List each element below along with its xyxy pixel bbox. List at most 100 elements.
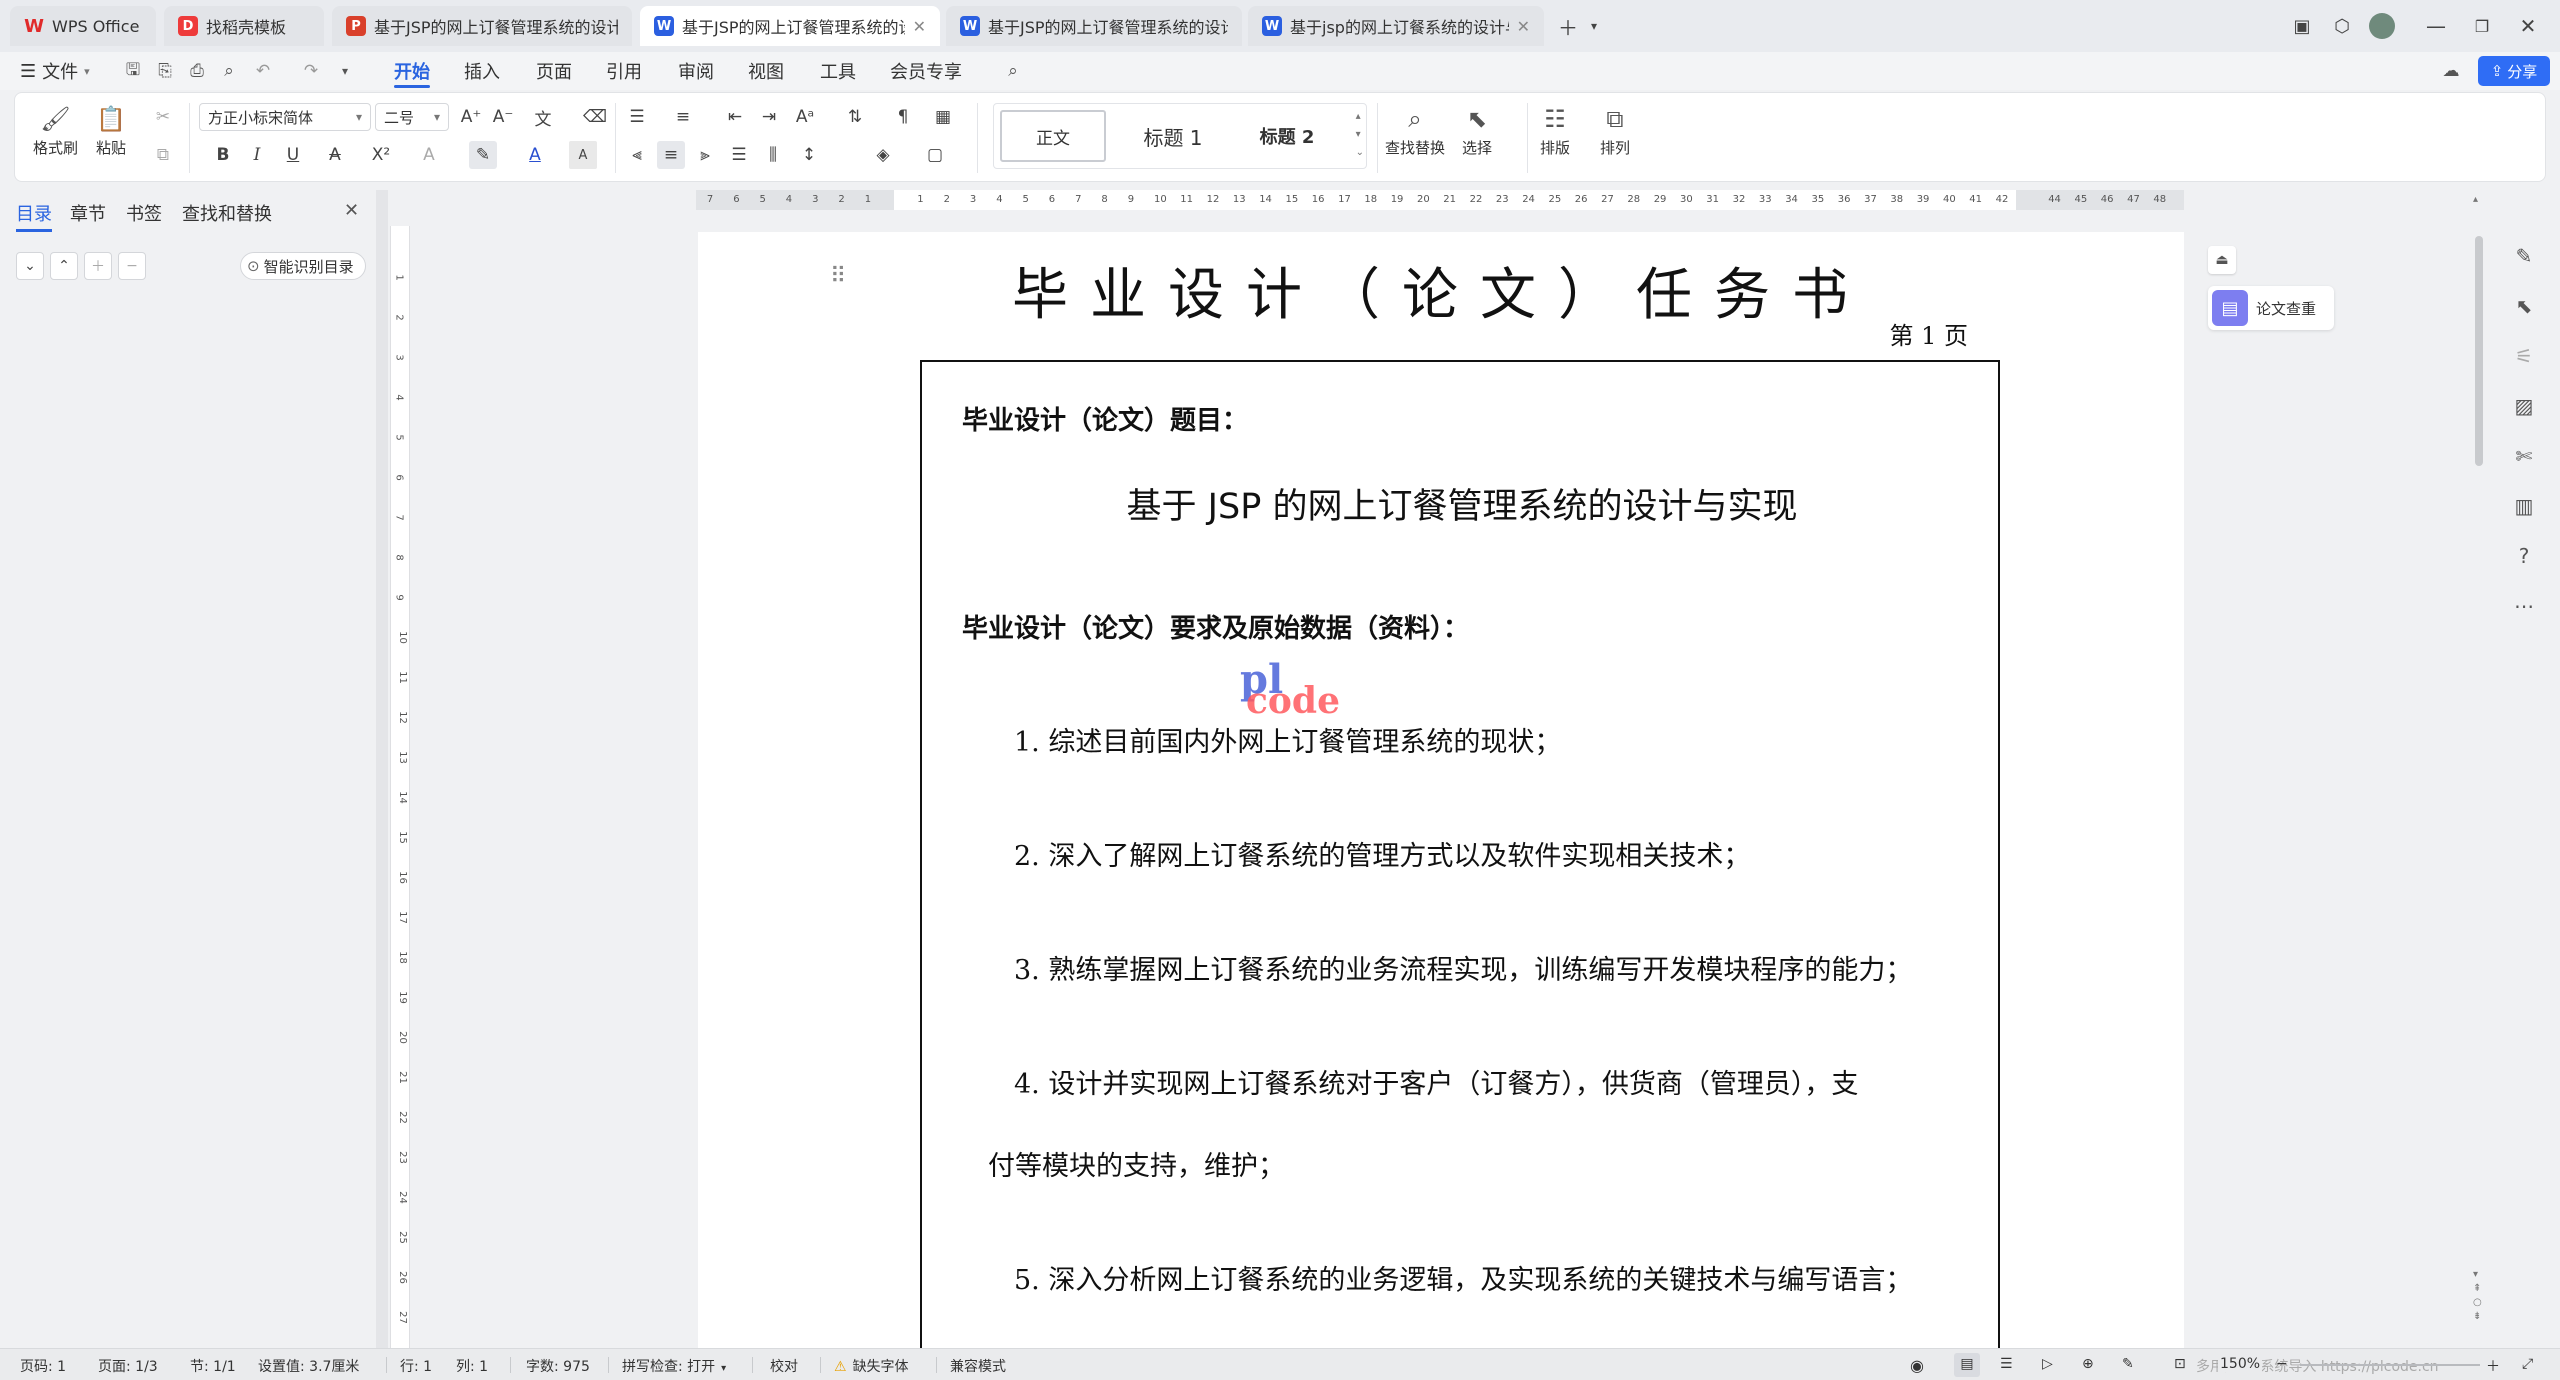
tab-ppt-document[interactable]: P 基于JSP的网上订餐管理系统的设计与 [332, 6, 632, 46]
text-direction-icon[interactable]: Aᵃ [791, 103, 819, 131]
window-close-icon[interactable]: ✕ [2512, 10, 2544, 42]
status-setting-value[interactable]: 设置值: 3.7厘米 [258, 1356, 359, 1376]
copy-icon[interactable]: ⧉ [149, 141, 177, 169]
export-icon[interactable]: ⎘ [154, 60, 176, 82]
undo-icon[interactable]: ↶ [252, 60, 274, 82]
close-icon[interactable]: ✕ [913, 17, 926, 36]
minimize-icon[interactable]: — [2420, 10, 2452, 42]
fit-page-icon[interactable]: ⊡ [2174, 1356, 2186, 1372]
layout-icon[interactable]: ▣ [2286, 10, 2318, 42]
table-grid-icon[interactable]: ▦ [929, 103, 957, 131]
status-row[interactable]: 行: 1 [400, 1356, 432, 1376]
font-color-icon[interactable]: A [521, 141, 549, 169]
write-icon[interactable]: ✎ [2122, 1356, 2134, 1372]
plagiarism-check-button[interactable]: ▤ 论文查重 [2208, 286, 2334, 330]
scrollbar-thumb[interactable] [2475, 236, 2483, 466]
panel-splitter[interactable] [376, 190, 388, 1348]
align-center-icon[interactable]: ≡ [657, 141, 685, 169]
add-level-icon[interactable]: ＋ [84, 252, 112, 280]
tools-icon[interactable]: ✄ [2508, 440, 2540, 472]
pen-icon[interactable]: ✎ [2508, 240, 2540, 272]
page-view-icon[interactable]: ▤ [1954, 1353, 1980, 1377]
align-left-icon[interactable]: ⫷ [623, 141, 651, 169]
tab-view[interactable]: 视图 [748, 56, 784, 86]
tab-insert[interactable]: 插入 [464, 56, 500, 86]
redo-icon[interactable]: ↷ [300, 60, 322, 82]
tab-active-document[interactable]: W 基于JSP的网上订餐管理系统的设计 ✕ [640, 6, 940, 46]
bold-icon[interactable]: B [209, 141, 237, 169]
image-edit-icon[interactable]: ▨ [2508, 390, 2540, 422]
tab-review[interactable]: 审阅 [678, 56, 714, 86]
numbered-list-icon[interactable]: ≡ [669, 103, 697, 131]
status-spell-check[interactable]: 拼写检查: 打开 ▾ [622, 1356, 726, 1376]
tab-toc[interactable]: 目录 [16, 200, 52, 232]
fullscreen-icon[interactable]: ⤢ [2522, 1356, 2533, 1372]
panel-close-icon[interactable]: ✕ [344, 200, 359, 221]
eye-protect-icon[interactable]: ◉ [1910, 1356, 1924, 1375]
tab-member[interactable]: 会员专享 [890, 56, 962, 86]
share-button[interactable]: ⇪ 分享 [2478, 56, 2550, 86]
status-pages[interactable]: 页面: 1/3 [98, 1356, 158, 1376]
distribute-icon[interactable]: ⫼ [759, 141, 787, 169]
print-preview-icon[interactable]: ⌕ [218, 60, 240, 82]
save-icon[interactable]: 🖫 [122, 60, 144, 82]
tab-home[interactable]: 开始 [394, 56, 430, 88]
tab-chapters[interactable]: 章节 [70, 200, 106, 226]
cube-icon[interactable]: ⬡ [2326, 10, 2358, 42]
scroll-up-icon[interactable]: ▴ [2473, 194, 2478, 205]
horizontal-ruler[interactable]: 7 6 5 4 3 2 1 1 2 3 4 5 6 7 8 9 10 11 12 13 14 15 16 17 18 19 20 21… [696, 190, 2184, 210]
sliders-icon[interactable]: ⚟ [2508, 340, 2540, 372]
line-spacing-icon[interactable]: ↕ [795, 141, 823, 169]
cloud-icon[interactable]: ☁ [2440, 60, 2462, 82]
zoom-slider[interactable] [2300, 1364, 2480, 1366]
status-col[interactable]: 列: 1 [456, 1356, 488, 1376]
zoom-level[interactable]: 150% [2218, 1356, 2263, 1372]
book-icon[interactable]: ▥ [2508, 490, 2540, 522]
play-icon[interactable]: ▷ [2042, 1356, 2053, 1372]
show-marks-icon[interactable]: ¶ [889, 103, 917, 131]
tab-wps-office[interactable]: W WPS Office [10, 6, 156, 46]
superscript-icon[interactable]: X² [367, 141, 395, 169]
format-painter-button[interactable]: 🖌 格式刷 [33, 101, 78, 158]
tab-find-replace[interactable]: 查找和替换 [182, 200, 272, 226]
vertical-ruler[interactable]: 1 2 3 4 5 6 7 8 9 10 11 12 13 14 15 16 17 18 19 20 21 22 23 24 2… [390, 226, 410, 1348]
more-chevron-icon[interactable]: ▾ [334, 60, 356, 82]
style-normal[interactable]: 正文 [1000, 110, 1106, 162]
file-menu[interactable]: ☰ 文件 ▾ [20, 56, 90, 86]
status-proofread[interactable]: 校对 [770, 1356, 798, 1376]
paste-button[interactable]: 📋 粘贴 [93, 101, 129, 158]
collapse-up-icon[interactable]: ⏏ [2208, 246, 2236, 274]
select-button[interactable]: ⬉ 选择 [1459, 101, 1495, 158]
close-icon[interactable]: ✕ [1517, 17, 1530, 36]
font-name-select[interactable]: 方正小标宋简体 ▾ [199, 103, 371, 131]
font-size-select[interactable]: 二号 ▾ [375, 103, 449, 131]
clear-format-icon[interactable]: ⌫ [581, 103, 609, 131]
grow-font-icon[interactable]: A⁺ [457, 103, 485, 131]
expand-up-icon[interactable]: ⌃ [50, 252, 78, 280]
scroll-nav-icons[interactable]: ▾ ⇞ ○ ⇟ [2473, 1268, 2482, 1324]
underline-icon[interactable]: U [279, 141, 307, 169]
outline-view-icon[interactable]: ☰ [2000, 1356, 2013, 1372]
find-replace-button[interactable]: ⌕ 查找替换 [1385, 101, 1445, 158]
pointer-icon[interactable]: ⬉ [2508, 290, 2540, 322]
search-icon[interactable]: ⌕ [1002, 60, 1024, 82]
status-missing-font[interactable]: ⚠ 缺失字体 [834, 1356, 909, 1376]
highlight-icon[interactable]: ✎ [469, 141, 497, 169]
char-shading-icon[interactable]: A [569, 141, 597, 169]
bullet-list-icon[interactable]: ☰ [623, 103, 651, 131]
justify-icon[interactable]: ☰ [725, 141, 753, 169]
tab-template[interactable]: D 找稻壳模板 [164, 6, 324, 46]
phonetic-icon[interactable]: 文 [529, 103, 557, 131]
gallery-scroll-icon[interactable]: ▴ ▾ ⌄ [1356, 108, 1364, 162]
tab-bookmarks[interactable]: 书签 [126, 200, 162, 226]
collapse-icon[interactable]: ⌄ [16, 252, 44, 280]
sort-icon[interactable]: ⇅ [841, 103, 869, 131]
typeset-button[interactable]: ☷ 排版 [1537, 101, 1573, 158]
cut-icon[interactable]: ✂ [149, 103, 177, 131]
increase-indent-icon[interactable]: ⇥ [755, 103, 783, 131]
restore-icon[interactable]: ❐ [2466, 10, 2498, 42]
status-word-count[interactable]: 字数: 975 [526, 1356, 590, 1376]
style-heading1[interactable]: 标题 1 [1120, 110, 1226, 162]
document-page[interactable]: 毕业设计（论文）任务书 第 1 页 毕业设计（论文）题目： 基于 JSP 的网上… [698, 232, 2184, 1360]
web-view-icon[interactable]: ⊕ [2082, 1356, 2094, 1372]
